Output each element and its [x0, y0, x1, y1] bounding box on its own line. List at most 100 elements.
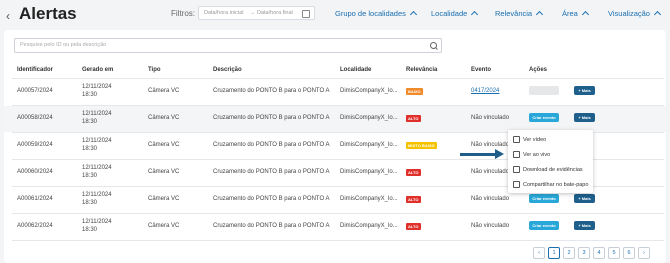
relevance-badge: ALTO — [406, 223, 421, 230]
row-location: DimisCompanyX_lo... — [340, 115, 398, 121]
download-icon — [513, 166, 520, 173]
filter-grupo-localidades[interactable]: Grupo de localidades — [335, 9, 417, 19]
row-type: Câmera VC — [148, 196, 180, 202]
row-desc: Cruzamento do PONTO B para o PONTO A — [213, 88, 330, 94]
table-row[interactable]: A00058/2024 12/11/2024 18:30 Câmera VC C… — [4, 106, 666, 132]
filter-relevancia[interactable]: Relevância — [495, 9, 544, 19]
pagination-next[interactable]: › — [638, 247, 650, 259]
row-time: 18:30 — [82, 92, 98, 98]
create-event-button[interactable]: Criar evento — [529, 86, 559, 95]
search-input[interactable]: Pesquise pelo ID ou pela descrição — [14, 38, 442, 53]
more-button[interactable]: + Mais — [574, 113, 595, 122]
relevance-badge: ALTO — [406, 196, 421, 203]
create-event-button[interactable]: Criar evento — [529, 113, 559, 122]
video-icon — [513, 136, 520, 143]
more-button[interactable]: + Mais — [574, 221, 595, 230]
more-button[interactable]: + Mais — [574, 194, 595, 203]
row-id: A00058/2024 — [17, 115, 53, 121]
row-location: DimisCompanyX_lo... — [340, 88, 398, 94]
page-title: Alertas — [19, 4, 77, 23]
row-event: Não vinculado — [471, 196, 510, 202]
row-type: Câmera VC — [148, 169, 180, 175]
row-desc: Cruzamento do PONTO B para o PONTO A — [213, 142, 330, 148]
row-event: Não vinculado — [471, 223, 510, 229]
divider — [12, 240, 664, 241]
col-descricao: Descrição — [213, 67, 242, 73]
pagination-page-6[interactable]: 6 — [623, 247, 635, 259]
row-date: 12/11/2024 — [82, 111, 112, 117]
calendar-icon[interactable] — [302, 10, 310, 18]
row-location: DimisCompanyX_lo... — [340, 223, 398, 229]
row-date: 12/11/2024 — [82, 165, 112, 171]
pagination-page-3[interactable]: 3 — [578, 247, 590, 259]
more-actions-menu: Ver vídeo Ver ao vivo Download de evidên… — [508, 130, 593, 193]
row-location: DimisCompanyX_lo... — [340, 142, 398, 148]
menu-item-ver-ao-vivo[interactable]: Ver ao vivo — [513, 151, 550, 158]
filter-visualizacao[interactable]: Visualização — [608, 9, 662, 19]
menu-item-compartilhar[interactable]: Compartilhar no bate-papo — [513, 181, 588, 188]
pagination-page-5[interactable]: 5 — [608, 247, 620, 259]
row-date: 12/11/2024 — [82, 219, 112, 225]
annotation-arrowhead-icon — [495, 149, 504, 159]
create-event-button[interactable]: Criar evento — [529, 221, 559, 230]
col-localidade: Localidade — [340, 67, 372, 73]
relevance-badge: ALTO — [406, 169, 421, 176]
row-date: 12/11/2024 — [82, 84, 112, 90]
row-event: Não vinculado — [471, 142, 510, 148]
row-time: 18:30 — [82, 146, 98, 152]
col-acoes: Ações — [529, 67, 548, 73]
row-type: Câmera VC — [148, 223, 180, 229]
date-end-placeholder: Data/hora final — [257, 10, 293, 16]
row-id: A00060/2024 — [17, 169, 53, 175]
col-relevancia: Relevância — [406, 67, 438, 73]
date-start-placeholder: Data/hora inicial — [204, 10, 244, 16]
row-type: Câmera VC — [148, 115, 180, 121]
row-location: DimisCompanyX_lo... — [340, 169, 398, 175]
event-link[interactable]: 0417/2024 — [471, 88, 499, 94]
pagination-page-4[interactable]: 4 — [593, 247, 605, 259]
menu-item-ver-video[interactable]: Ver vídeo — [513, 136, 546, 143]
row-type: Câmera VC — [148, 142, 180, 148]
col-evento: Evento — [471, 67, 492, 73]
relevance-badge: BAIXO — [406, 88, 423, 95]
row-time: 18:30 — [82, 173, 98, 179]
more-button[interactable]: + Mais — [574, 86, 595, 95]
relevance-badge: ALTO — [406, 115, 421, 122]
row-date: 12/11/2024 — [82, 192, 112, 198]
row-id: A00059/2024 — [17, 142, 53, 148]
row-id: A00062/2024 — [17, 223, 53, 229]
menu-item-download-evidencias[interactable]: Download de evidências — [513, 166, 583, 173]
search-placeholder: Pesquise pelo ID ou pela descrição — [20, 42, 107, 48]
row-desc: Cruzamento do PONTO B para o PONTO A — [213, 196, 330, 202]
create-event-button[interactable]: Criar evento — [529, 194, 559, 203]
col-identificador: Identificador — [17, 67, 54, 73]
row-event: Não vinculado — [471, 115, 510, 121]
row-desc: Cruzamento do PONTO B para o PONTO A — [213, 115, 330, 121]
row-type: Câmera VC — [148, 88, 180, 94]
relevance-badge: MUITO BAIXO — [406, 142, 437, 149]
row-id: A00061/2024 — [17, 196, 53, 202]
filter-localidade[interactable]: Localidade — [431, 9, 479, 19]
table-row[interactable]: A00062/2024 12/11/2024 18:30 Câmera VC C… — [4, 214, 666, 240]
pagination-page-2[interactable]: 2 — [563, 247, 575, 259]
table-row[interactable]: A00057/2024 12/11/2024 18:30 Câmera VC C… — [4, 79, 666, 105]
date-sep: → — [250, 10, 256, 16]
row-location: DimisCompanyX_lo... — [340, 196, 398, 202]
annotation-arrow — [460, 153, 498, 156]
header: ‹ Alertas Filtros: Data/hora inicial → D… — [0, 0, 670, 30]
filters-label: Filtros: — [171, 9, 195, 18]
row-time: 18:30 — [82, 227, 98, 233]
pagination-page-1[interactable]: 1 — [548, 247, 560, 259]
pagination-prev[interactable]: ‹ — [533, 247, 545, 259]
row-time: 18:30 — [82, 119, 98, 125]
row-desc: Cruzamento do PONTO B para o PONTO A — [213, 169, 330, 175]
row-event: Não vinculado — [471, 169, 510, 175]
filter-area[interactable]: Área — [562, 9, 589, 19]
live-video-icon — [513, 151, 520, 158]
date-range-input[interactable]: Data/hora inicial → Data/hora final — [198, 6, 315, 20]
row-id: A00057/2024 — [17, 88, 53, 94]
back-chevron-icon[interactable]: ‹ — [6, 9, 10, 23]
search-icon[interactable] — [430, 42, 437, 49]
row-desc: Cruzamento do PONTO B para o PONTO A — [213, 223, 330, 229]
col-gerado-em: Gerado em — [82, 67, 114, 73]
